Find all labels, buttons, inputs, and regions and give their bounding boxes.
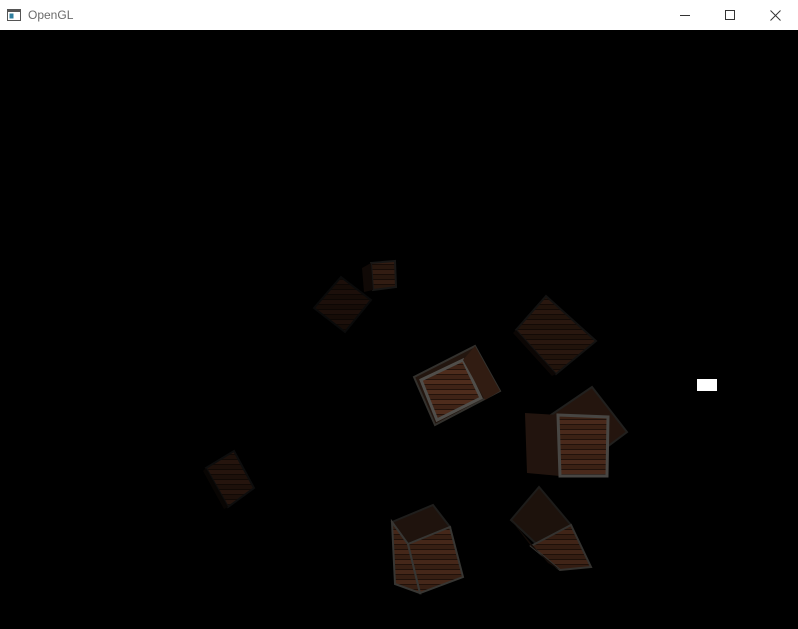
minimize-icon — [680, 15, 690, 16]
light-source — [697, 379, 717, 391]
opengl-viewport[interactable] — [0, 30, 798, 629]
maximize-icon — [725, 10, 735, 20]
title-bar[interactable]: OpenGL — [0, 0, 798, 30]
crate — [203, 449, 256, 509]
crate — [513, 294, 598, 376]
render-canvas — [203, 259, 717, 595]
crate — [362, 259, 398, 292]
crate — [390, 503, 465, 595]
minimize-button[interactable] — [662, 0, 708, 30]
crate — [412, 344, 502, 427]
crate — [509, 485, 593, 572]
crate — [525, 385, 629, 478]
crate — [312, 275, 373, 334]
close-button[interactable] — [752, 0, 798, 30]
window-title: OpenGL — [28, 8, 74, 22]
opengl-window: OpenGL — [0, 0, 798, 629]
close-icon — [769, 9, 781, 21]
maximize-button[interactable] — [707, 0, 753, 30]
window-app-icon — [7, 8, 21, 21]
